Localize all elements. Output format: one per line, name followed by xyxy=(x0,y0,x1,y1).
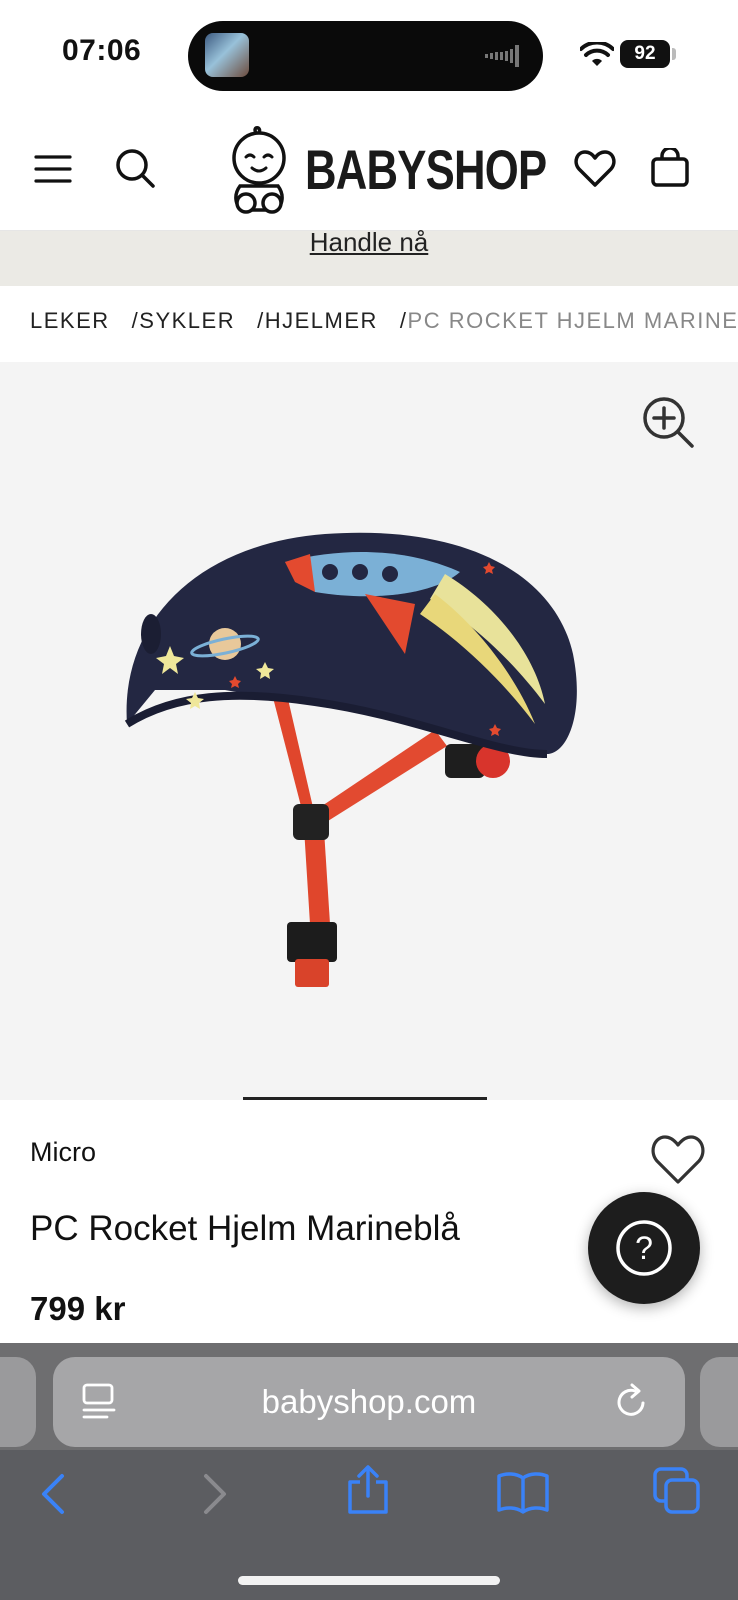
previous-tab-preview[interactable] xyxy=(0,1357,36,1447)
question-mark-icon: ? xyxy=(616,1220,672,1276)
address-bar[interactable]: babyshop.com xyxy=(53,1357,685,1447)
url-text: babyshop.com xyxy=(261,1383,477,1420)
product-gallery[interactable] xyxy=(0,362,738,1100)
promo-banner: Handle nå xyxy=(0,229,738,286)
site-header: BABYSHOP xyxy=(0,110,738,231)
home-indicator[interactable] xyxy=(238,1576,500,1585)
breadcrumb-current: PC ROCKET HJELM MARINEBLÅ xyxy=(407,308,738,333)
product-price: 799 kr xyxy=(30,1290,126,1327)
zoom-in-icon[interactable] xyxy=(640,394,696,450)
wifi-icon xyxy=(580,42,614,66)
tabs-icon[interactable] xyxy=(652,1466,702,1516)
battery-nub xyxy=(672,48,676,60)
breadcrumb-item-leker[interactable]: LEKER xyxy=(30,308,110,333)
help-label: ? xyxy=(635,1230,653,1266)
shop-now-link[interactable]: Handle nå xyxy=(310,229,429,255)
shopping-bag-icon[interactable] xyxy=(645,143,695,193)
breadcrumb-item-sykler[interactable]: SYKLER xyxy=(139,308,235,333)
status-time: 07:06 xyxy=(62,34,142,67)
gallery-progress-indicator xyxy=(243,1097,487,1100)
product-title: PC Rocket Hjelm Marineblå xyxy=(30,1209,460,1248)
reload-icon[interactable] xyxy=(613,1383,651,1421)
next-tab-preview[interactable] xyxy=(700,1357,738,1447)
help-button[interactable]: ? xyxy=(588,1192,700,1304)
babyshop-logo[interactable]: BABYSHOP xyxy=(305,140,547,200)
add-to-wishlist-heart-icon[interactable] xyxy=(650,1134,706,1186)
hamburger-menu-icon[interactable] xyxy=(28,144,78,194)
dynamic-island[interactable] xyxy=(188,21,543,91)
share-icon[interactable] xyxy=(345,1464,391,1516)
battery-indicator: 92 xyxy=(620,40,670,68)
breadcrumb-separator: / xyxy=(399,308,408,333)
breadcrumb: LEKER/SYKLER/HJELMER/PC ROCKET HJELM MAR… xyxy=(30,308,738,334)
product-brand[interactable]: Micro xyxy=(30,1137,96,1168)
breadcrumb-item-hjelmer[interactable]: HJELMER xyxy=(265,308,378,333)
forward-chevron-icon[interactable] xyxy=(196,1472,232,1516)
helmet-image xyxy=(124,532,577,987)
baby-logo-icon xyxy=(232,126,286,214)
book-icon[interactable] xyxy=(496,1470,550,1514)
breadcrumb-separator: / xyxy=(257,308,265,333)
audio-wave-icon xyxy=(485,45,519,67)
now-playing-thumbnail xyxy=(205,33,249,77)
search-icon[interactable] xyxy=(110,143,160,193)
back-chevron-icon[interactable] xyxy=(36,1472,72,1516)
heart-icon[interactable] xyxy=(570,144,620,194)
